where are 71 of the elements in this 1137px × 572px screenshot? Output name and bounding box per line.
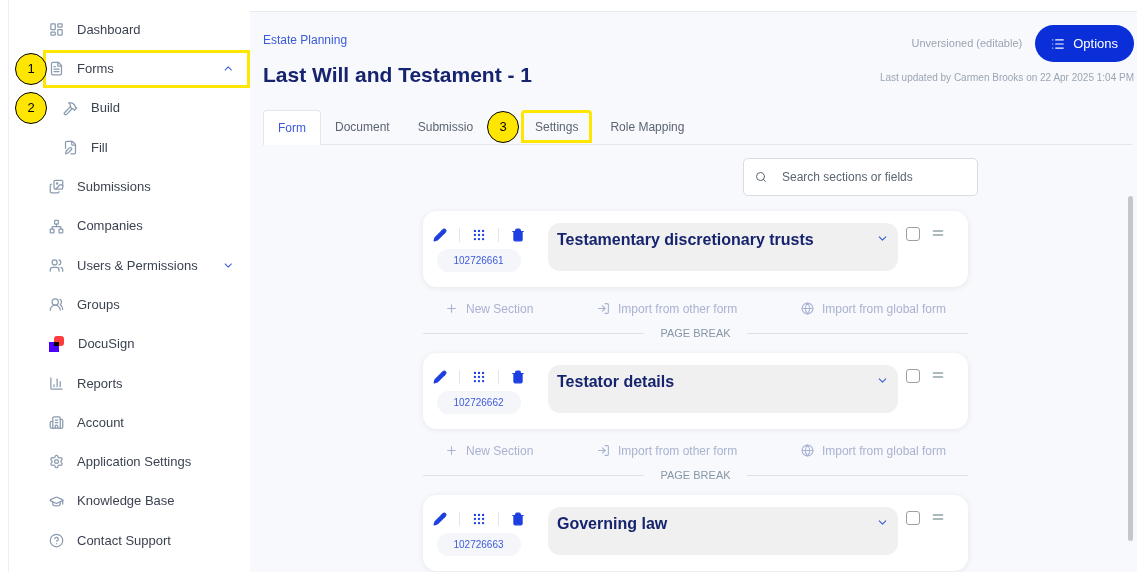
page-title: Last Will and Testament - 1 [263,62,532,88]
help-icon [49,533,64,548]
search-field[interactable]: Search sections or fields [743,157,978,196]
chart-icon [49,375,64,391]
section-title-field[interactable]: Testator details [548,364,898,413]
edit-icon[interactable] [432,369,447,384]
document-icon [49,61,64,77]
graduation-cap-icon [49,493,64,509]
grid-icon[interactable] [471,511,486,526]
breadcrumb-link[interactable]: Estate Planning [263,31,532,49]
step-marker: 3 [487,110,520,143]
checkbox[interactable] [906,226,920,241]
delete-icon[interactable] [510,511,525,526]
version-status: Unversioned (editable) [911,36,1023,52]
sidebar-item[interactable]: Companies [49,211,229,242]
import-icon [596,302,610,315]
tab[interactable]: Document [321,110,404,143]
tools-icon [63,100,78,116]
step-marker: 1 [15,52,47,85]
sidebar-item[interactable]: Dashboard [49,14,229,45]
tab[interactable]: Role Mapping [596,110,699,143]
sidebar-item[interactable]: Contact Support [49,525,229,556]
tab[interactable]: Form [263,109,321,145]
sidebar-item[interactable]: Reports [49,368,229,399]
grid-icon[interactable] [471,369,486,384]
sidebar-item[interactable]: Fill [63,132,243,163]
plus-icon [445,444,458,457]
settings-icon [49,454,64,470]
docusign-logo [49,336,65,352]
page-break-label: PAGE BREAK [659,326,732,342]
page-break-label: PAGE BREAK [659,468,732,484]
last-updated-text: Last updated by Carmen Brooks on 22 Apr 2025 1:04 PM [879,71,1134,85]
building-icon [49,415,64,431]
section-title-field[interactable]: Governing law [548,506,898,555]
section-id: 102726662 [436,390,521,414]
file-edit-icon [63,140,78,156]
globe-icon [800,444,814,457]
step-marker: 2 [15,92,47,125]
list-icon [1051,36,1066,51]
group-icon [49,297,64,313]
tab[interactable]: Submissio [403,110,488,143]
scrollbar[interactable] [1128,196,1133,541]
edit-icon[interactable] [432,227,447,242]
search-icon [755,170,767,183]
grid-icon[interactable] [471,227,486,242]
dashboard-icon [49,22,64,38]
plus-icon [445,302,458,315]
delete-icon[interactable] [510,369,525,384]
sidebar-item[interactable]: Knowledge Base [49,486,229,517]
sidebar-item[interactable]: Submissions [49,171,229,202]
hierarchy-icon [49,218,64,234]
import-icon [596,444,610,457]
globe-icon [800,302,814,315]
tab[interactable]: Settings [521,110,593,143]
sidebar-item[interactable]: Application Settings [49,446,229,477]
sidebar-item[interactable]: Build [63,93,243,124]
section-id: 102726661 [436,248,521,272]
sidebar-item[interactable]: Forms [49,53,222,84]
checkbox[interactable] [906,510,920,525]
edit-icon[interactable] [432,511,447,526]
users-icon [49,257,64,273]
sidebar-item[interactable]: DocuSign [49,329,229,359]
delete-icon[interactable] [510,227,525,242]
checkbox[interactable] [906,368,920,383]
sidebar-item[interactable]: Users & Permissions [49,250,222,281]
sidebar-item[interactable]: Groups [49,289,229,320]
sidebar-item[interactable]: Account [49,407,229,438]
images-icon [49,179,64,195]
section-title-field[interactable]: Testamentary discretionary trusts [548,222,898,271]
section-id: 102726663 [436,532,521,556]
options-button[interactable]: Options [1035,25,1134,62]
